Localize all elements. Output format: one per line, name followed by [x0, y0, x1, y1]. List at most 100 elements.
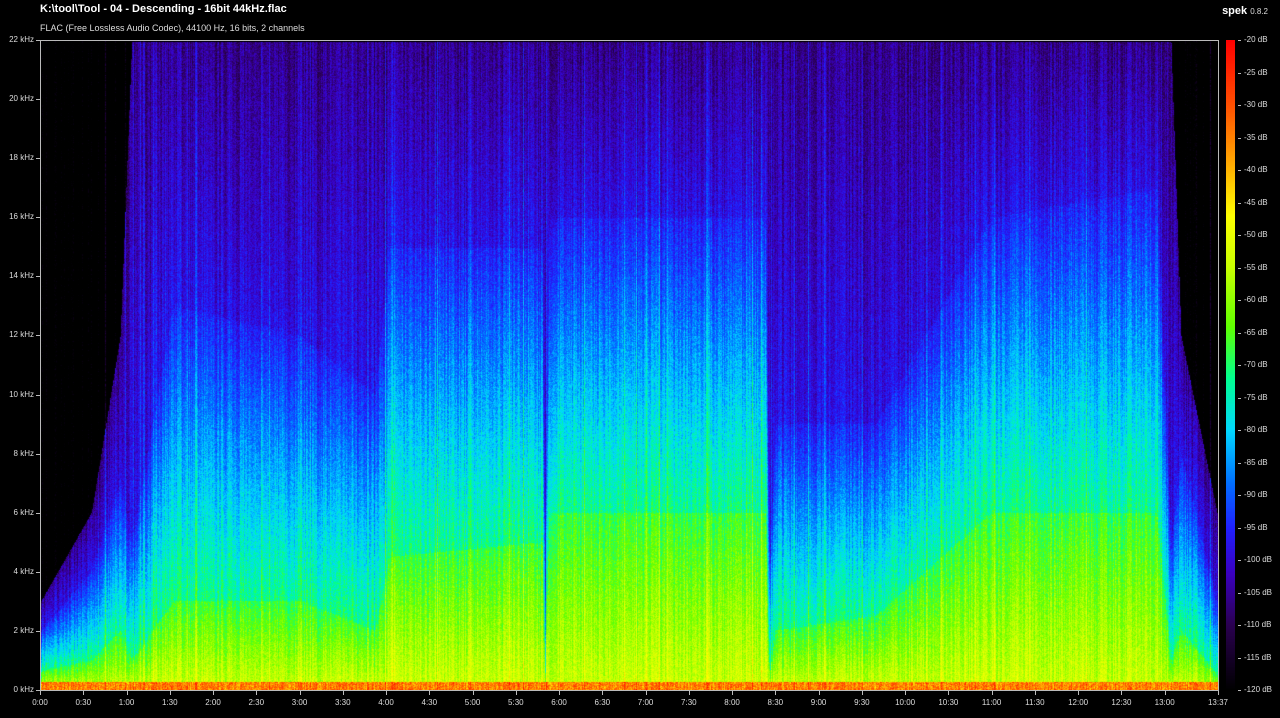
- y-tick-label: 14 kHz: [9, 271, 34, 281]
- x-tick-label: 10:00: [895, 698, 916, 707]
- colorbar-tick-mark: [1238, 690, 1241, 691]
- x-tick-mark: [1164, 691, 1166, 695]
- y-tick-mark: [36, 571, 40, 573]
- x-tick-label: 6:30: [594, 698, 611, 707]
- x-tick-mark: [83, 691, 85, 695]
- colorbar-tick-mark: [1238, 72, 1241, 74]
- x-tick-label: 2:00: [205, 698, 221, 707]
- x-tick-label: 7:30: [681, 698, 697, 707]
- colorbar-tick-label: -105 dB: [1244, 587, 1273, 597]
- x-tick-mark: [299, 691, 301, 695]
- y-tick-mark: [36, 394, 40, 396]
- colorbar-tick-mark: [1238, 170, 1241, 171]
- colorbar-tick-label: -25 dB: [1244, 67, 1268, 77]
- x-tick-mark: [169, 691, 171, 695]
- app-name: spek: [1222, 5, 1248, 17]
- x-tick-mark: [1034, 691, 1036, 695]
- x-tick-label: 8:00: [724, 698, 740, 707]
- x-tick-mark: [818, 691, 820, 695]
- colorbar-tick-mark: [1238, 105, 1241, 106]
- x-tick-label: 4:00: [378, 698, 394, 707]
- colorbar-tick-mark: [1238, 397, 1241, 399]
- y-tick-mark: [36, 512, 40, 514]
- y-tick-label: 10 kHz: [9, 389, 34, 399]
- x-tick-label: 11:30: [1025, 698, 1045, 707]
- colorbar-tick-label: -40 dB: [1244, 165, 1268, 174]
- x-tick-mark: [991, 691, 993, 695]
- y-tick-mark: [36, 40, 40, 41]
- colorbar-tick-label: -80 dB: [1244, 425, 1268, 434]
- colorbar-tick-mark: [1238, 267, 1241, 269]
- x-tick-mark: [861, 691, 863, 695]
- x-tick-mark: [429, 691, 431, 695]
- stream-info: FLAC (Free Lossless Audio Codec), 44100 …: [40, 23, 305, 33]
- colorbar-tick-label: -45 dB: [1244, 197, 1268, 207]
- colorbar: [1226, 40, 1235, 691]
- y-tick-label: 8 kHz: [13, 448, 34, 458]
- colorbar-tick-label: -75 dB: [1244, 392, 1268, 402]
- y-tick-label: 2 kHz: [13, 625, 34, 635]
- y-tick-label: 0 kHz: [13, 685, 34, 694]
- y-tick-mark: [36, 630, 40, 632]
- y-tick-mark: [36, 99, 40, 101]
- colorbar-tick-mark: [1238, 495, 1241, 496]
- x-tick-mark: [342, 691, 344, 695]
- x-tick-label: 13:37: [1207, 698, 1229, 707]
- x-tick-label: 12:00: [1068, 698, 1089, 707]
- y-tick-mark: [36, 690, 40, 691]
- colorbar-tick-mark: [1238, 592, 1241, 594]
- y-tick-mark: [36, 335, 40, 337]
- y-tick-label: 16 kHz: [9, 212, 34, 222]
- y-tick-mark: [36, 158, 40, 160]
- x-tick-mark: [213, 691, 215, 695]
- x-tick-mark: [688, 691, 690, 695]
- y-tick-label: 6 kHz: [13, 507, 34, 517]
- colorbar-tick-label: -65 dB: [1244, 327, 1268, 337]
- x-tick-label: 4:30: [421, 698, 438, 707]
- x-tick-mark: [602, 691, 604, 695]
- x-tick-label: 1:00: [118, 698, 135, 707]
- x-tick-mark: [515, 691, 517, 695]
- x-tick-label: 9:30: [854, 698, 870, 707]
- x-tick-label: 13:00: [1154, 698, 1175, 707]
- y-tick-mark: [36, 217, 40, 219]
- x-tick-label: 9:00: [810, 698, 827, 707]
- colorbar-tick-mark: [1238, 365, 1241, 366]
- x-tick-mark: [559, 691, 561, 695]
- colorbar-tick-label: -70 dB: [1244, 360, 1268, 369]
- x-tick-mark: [40, 691, 41, 695]
- x-tick-label: 5:30: [508, 698, 524, 707]
- x-tick-mark: [732, 691, 734, 695]
- colorbar-tick-label: -60 dB: [1244, 295, 1268, 304]
- x-tick-label: 8:30: [767, 698, 784, 707]
- x-tick-label: 0:30: [75, 698, 92, 707]
- plot-frame: [40, 40, 1219, 691]
- colorbar-tick-mark: [1238, 40, 1241, 41]
- colorbar-tick-mark: [1238, 560, 1241, 561]
- y-tick-mark: [36, 276, 40, 278]
- y-tick-label: 12 kHz: [9, 330, 34, 340]
- x-tick-label: 11:00: [981, 698, 1002, 707]
- colorbar-tick-mark: [1238, 657, 1241, 659]
- x-tick-label: 3:30: [334, 698, 351, 707]
- x-tick-label: 7:00: [637, 698, 654, 707]
- x-tick-label: 5:00: [464, 698, 481, 707]
- colorbar-tick-label: -95 dB: [1244, 522, 1268, 532]
- colorbar-tick-mark: [1238, 462, 1241, 464]
- x-tick-mark: [775, 691, 777, 695]
- colorbar-tick-mark: [1238, 202, 1241, 204]
- x-tick-mark: [1121, 691, 1123, 695]
- y-tick-label: 4 kHz: [13, 566, 34, 576]
- app-version: 0.8.2: [1250, 7, 1268, 16]
- x-tick-mark: [905, 691, 907, 695]
- colorbar-tick-mark: [1238, 300, 1241, 301]
- y-tick-mark: [36, 453, 40, 455]
- colorbar-tick-label: -20 dB: [1244, 35, 1268, 44]
- colorbar-tick-label: -110 dB: [1244, 620, 1272, 629]
- colorbar-tick-label: -115 dB: [1244, 652, 1272, 662]
- y-tick-label: 18 kHz: [9, 153, 34, 163]
- colorbar-tick-label: -85 dB: [1244, 457, 1268, 467]
- colorbar-tick-label: -50 dB: [1244, 230, 1268, 239]
- colorbar-tick-label: -35 dB: [1244, 132, 1268, 142]
- x-tick-mark: [1078, 691, 1080, 695]
